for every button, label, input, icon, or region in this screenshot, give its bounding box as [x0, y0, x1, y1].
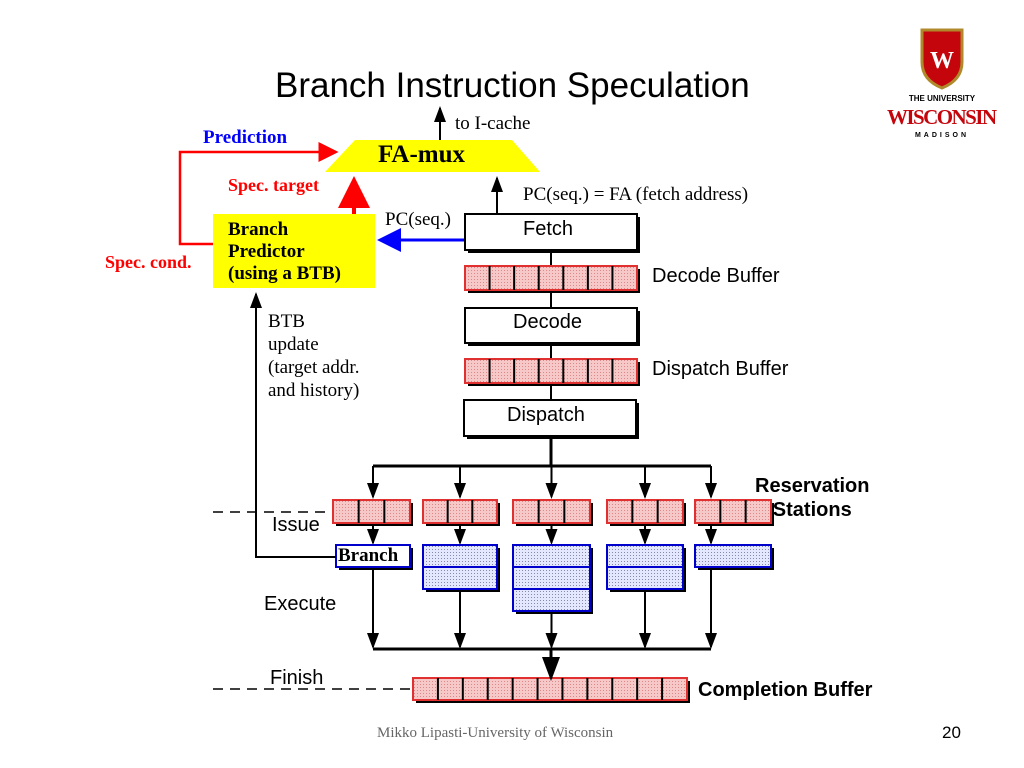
reservation-station [512, 499, 593, 526]
decode-buffer-label: Decode Buffer [652, 265, 780, 287]
execution-unit [512, 544, 593, 614]
spec-target-label: Spec. target [228, 175, 319, 195]
btb-line: and history) [268, 380, 360, 401]
svg-text:MADISON: MADISON [915, 132, 969, 139]
btb-line: (target addr. [268, 357, 360, 378]
page-title: Branch Instruction Speculation [275, 66, 750, 105]
dispatch-buffer [464, 358, 640, 386]
branch-predictor-label: Branch Predictor (using a BTB) [228, 219, 341, 285]
finish-label: Finish [270, 667, 324, 689]
spec-cond-label: Spec. cond. [105, 252, 192, 272]
issue-label: Issue [272, 514, 320, 536]
reservation-station [606, 499, 686, 526]
execute-label: Execute [264, 593, 337, 615]
branch-unit-label: Branch [338, 545, 399, 566]
execution-unit [606, 544, 686, 592]
reservation-station [422, 499, 500, 526]
completion-buffer [412, 677, 690, 703]
prediction-label: Prediction [203, 127, 288, 148]
svg-text:WISCONSIN: WISCONSIN [887, 105, 997, 129]
rs-line: Reservation [755, 475, 870, 497]
dispatch-label: Dispatch [507, 404, 585, 426]
bp-line: Branch [228, 219, 289, 240]
completion-buffer-label: Completion Buffer [698, 679, 873, 701]
rs-line: Stations [772, 499, 852, 521]
execution-unit [694, 544, 774, 570]
pc-seq-fa-label: PC(seq.) = FA (fetch address) [523, 184, 749, 205]
decode-buffer [464, 265, 640, 293]
footer-author: Mikko Lipasti-University of Wisconsin [377, 725, 614, 741]
bp-line: (using a BTB) [228, 263, 341, 284]
fetch-label: Fetch [523, 218, 574, 240]
reservation-station [332, 499, 413, 526]
pc-seq-label: PC(seq.) [385, 209, 451, 230]
decode-label: Decode [513, 311, 582, 333]
to-icache-label: to I-cache [455, 113, 531, 134]
page-number: 20 [942, 723, 961, 742]
svg-text:THE UNIVERSITY: THE UNIVERSITY [909, 94, 976, 103]
btb-line: update [268, 334, 319, 355]
bp-line: Predictor [228, 241, 305, 262]
dispatch-buffer-label: Dispatch Buffer [652, 358, 789, 380]
btb-line: BTB [268, 311, 305, 332]
reservation-stations-label: Reservation Stations [755, 474, 870, 522]
fa-mux-label: FA-mux [378, 141, 466, 168]
execution-unit [422, 544, 500, 592]
svg-text:W: W [930, 48, 954, 74]
university-logo: W THE UNIVERSITY WISCONSIN MADISON [887, 28, 997, 139]
slide: W THE UNIVERSITY WISCONSIN MADISON Branc… [0, 0, 1024, 768]
btb-update-label: BTB update (target addr. and history) [268, 310, 359, 402]
